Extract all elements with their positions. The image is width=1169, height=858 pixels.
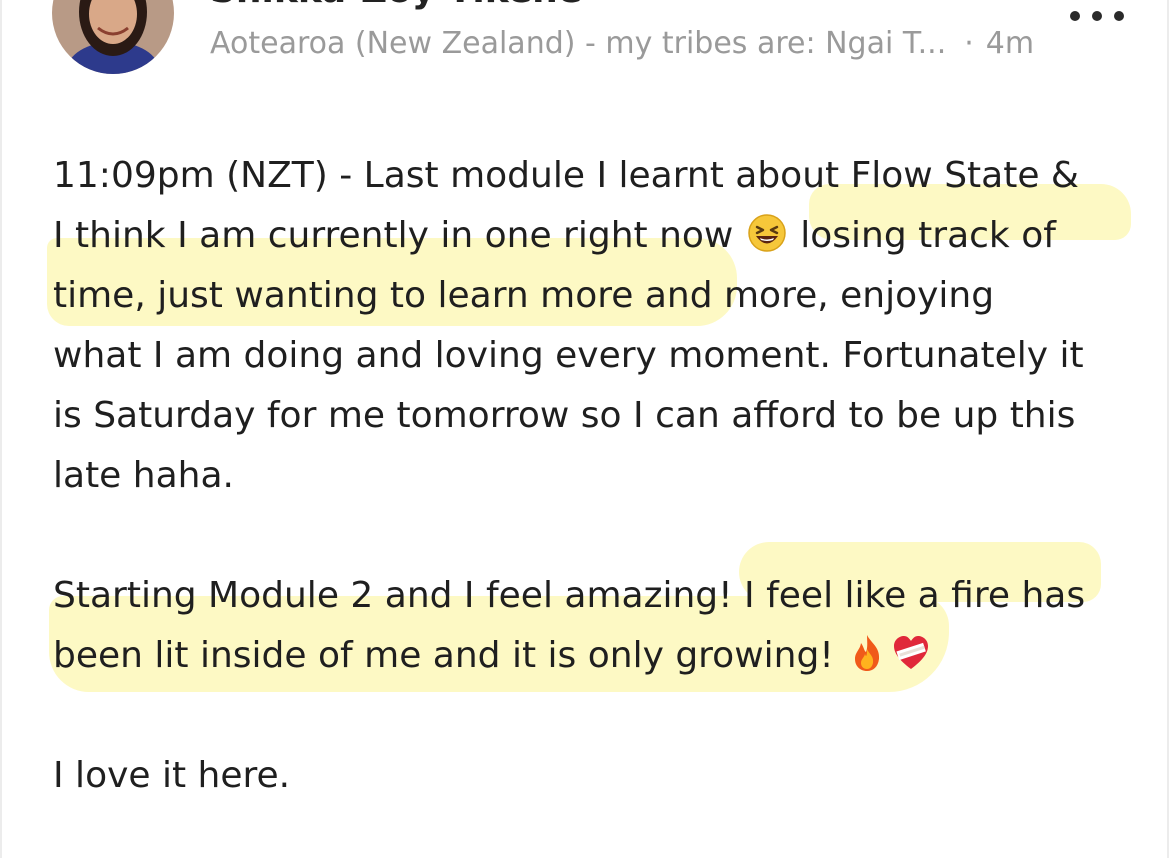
- avatar-image: [52, 0, 174, 74]
- post-card: Shikka-Zoy Tikene Aotearoa (New Zealand)…: [0, 0, 1169, 858]
- post-text-line: I love it here.: [53, 755, 291, 796]
- post-timestamp[interactable]: 4m: [986, 26, 1034, 61]
- post-text-line: been lit inside of me and it is only gro…: [53, 626, 1128, 686]
- post-text-line: I think I am currently in one right now …: [53, 206, 1128, 266]
- post-text-line: time, just wanting to learn more and mor…: [53, 275, 995, 316]
- post-paragraph: Starting Module 2 and I feel amazing! I …: [53, 566, 1128, 686]
- laughing-face-icon: [747, 212, 787, 252]
- post-meta: Aotearoa (New Zealand) - my tribes are: …: [210, 26, 1034, 61]
- post-paragraph: I love it here.: [53, 746, 1128, 806]
- post-text-line: is Saturday for me tomorrow so I can aff…: [53, 395, 1076, 436]
- more-options-button[interactable]: [1070, 4, 1124, 28]
- avatar[interactable]: [52, 0, 174, 74]
- post-text-line: 11:09pm (NZT) - Last module I learnt abo…: [53, 155, 1079, 196]
- mending-heart-icon: [891, 632, 931, 672]
- more-dot-icon: [1092, 11, 1102, 21]
- post-text-line: what I am doing and loving every moment.…: [53, 335, 1084, 376]
- post-text-line: late haha.: [53, 455, 234, 496]
- author-location: Aotearoa (New Zealand) - my tribes are: …: [210, 26, 947, 61]
- more-dot-icon: [1070, 11, 1080, 21]
- author-name[interactable]: Shikka-Zoy Tikene: [210, 0, 582, 11]
- post-body: 11:09pm (NZT) - Last module I learnt abo…: [47, 146, 1131, 806]
- meta-separator: ·: [964, 26, 974, 61]
- post-text-line: Starting Module 2 and I feel amazing! I …: [53, 575, 1086, 616]
- fire-icon: [847, 632, 887, 672]
- post-paragraph: 11:09pm (NZT) - Last module I learnt abo…: [53, 146, 1128, 506]
- more-dot-icon: [1114, 11, 1124, 21]
